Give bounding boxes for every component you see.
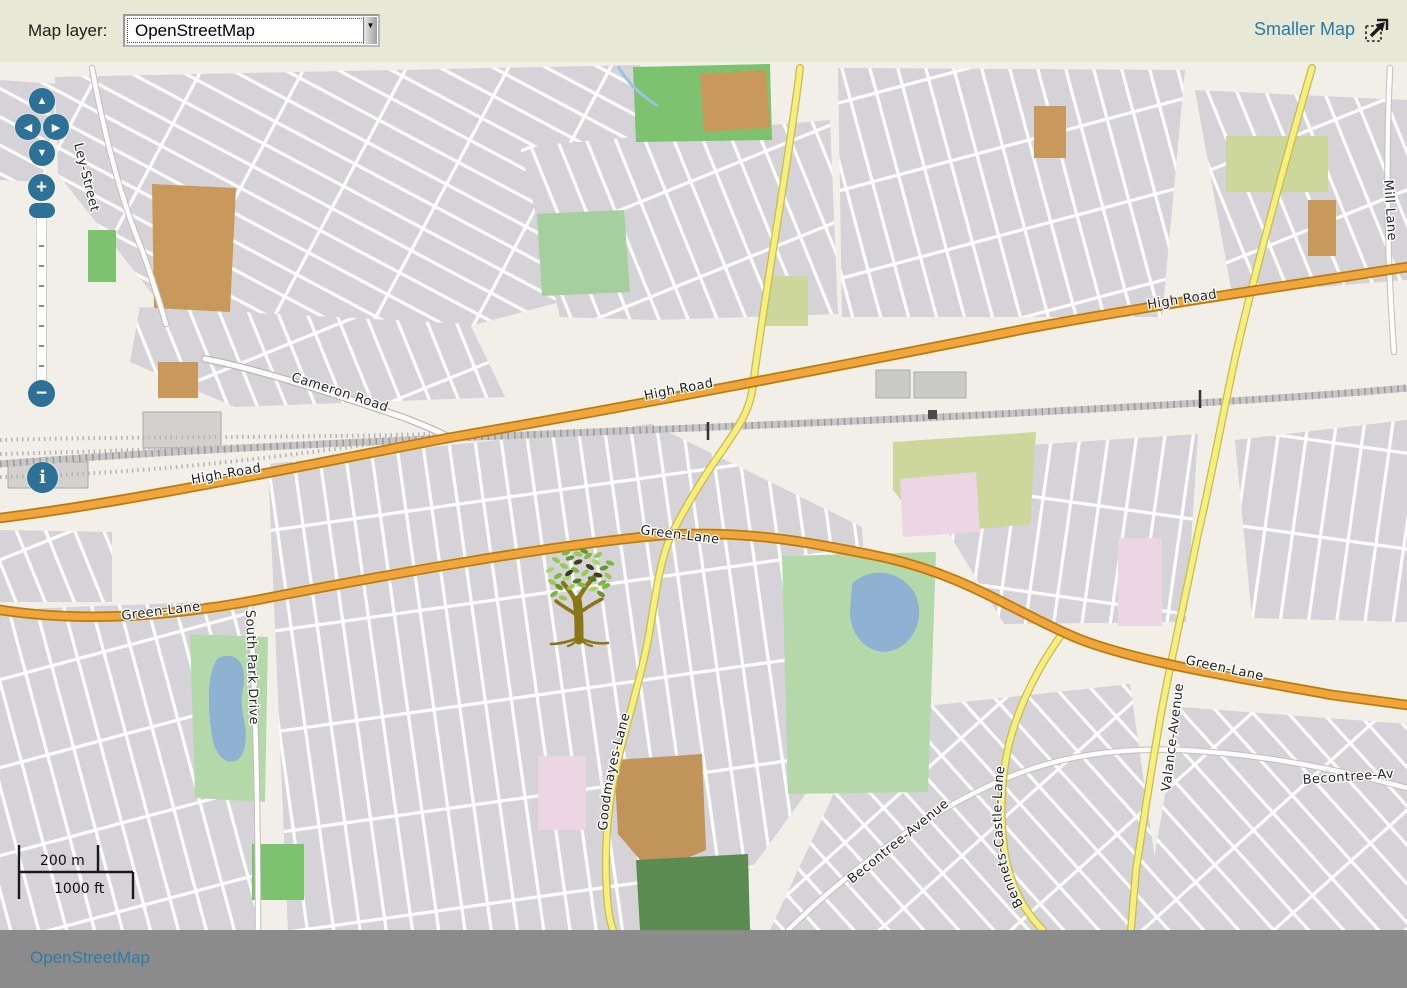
dropdown-arrow-button[interactable]: ▼	[363, 17, 377, 44]
zoom-in-button[interactable]: +	[28, 174, 55, 201]
pan-up-button[interactable]: ▲	[29, 88, 55, 114]
arrow-up-icon: ▲	[37, 95, 48, 107]
plus-icon: +	[36, 178, 47, 197]
minus-icon: −	[36, 384, 47, 403]
zoom-slider-track[interactable]	[36, 202, 47, 398]
info-button[interactable]: i	[27, 462, 58, 493]
resize-map-icon[interactable]	[1363, 16, 1391, 44]
arrow-left-icon: ◀	[24, 121, 32, 134]
toolbar: Map layer: OpenStreetMap ▼ Smaller Map	[0, 0, 1407, 62]
map-canvas[interactable]: Ley-Street Cameron Road High-Road High R…	[0, 62, 1407, 930]
arrow-right-icon: ▶	[52, 121, 60, 134]
map-application: Map layer: OpenStreetMap ▼ Smaller Map	[0, 0, 1407, 988]
info-icon: i	[39, 467, 46, 488]
chevron-down-icon: ▼	[367, 21, 375, 44]
smaller-map-link[interactable]: Smaller Map	[1254, 19, 1355, 40]
scale-bar: 200 m 1000 ft	[14, 842, 144, 904]
pan-down-button[interactable]: ▼	[29, 140, 55, 166]
map-layer-select-inner: OpenStreetMap	[127, 18, 376, 43]
zoom-out-button[interactable]: −	[28, 380, 55, 407]
zoom-slider-ticks	[39, 227, 44, 387]
map-layer-label: Map layer:	[28, 21, 107, 41]
map-layer-selected-value: OpenStreetMap	[128, 21, 255, 41]
openstreetmap-attribution-link[interactable]: OpenStreetMap	[30, 948, 150, 968]
pan-right-button[interactable]: ▶	[43, 114, 69, 140]
scale-imperial-label: 1000 ft	[54, 881, 105, 897]
map-tiles: Ley-Street Cameron Road High-Road High R…	[0, 62, 1407, 930]
pan-left-button[interactable]: ◀	[15, 114, 41, 140]
zoom-slider-handle[interactable]	[29, 203, 55, 218]
attribution-bar: OpenStreetMap	[0, 930, 1407, 988]
arrow-down-icon: ▼	[37, 147, 48, 159]
scale-metric-label: 200 m	[40, 853, 85, 869]
map-layer-select[interactable]: OpenStreetMap ▼	[123, 14, 380, 47]
